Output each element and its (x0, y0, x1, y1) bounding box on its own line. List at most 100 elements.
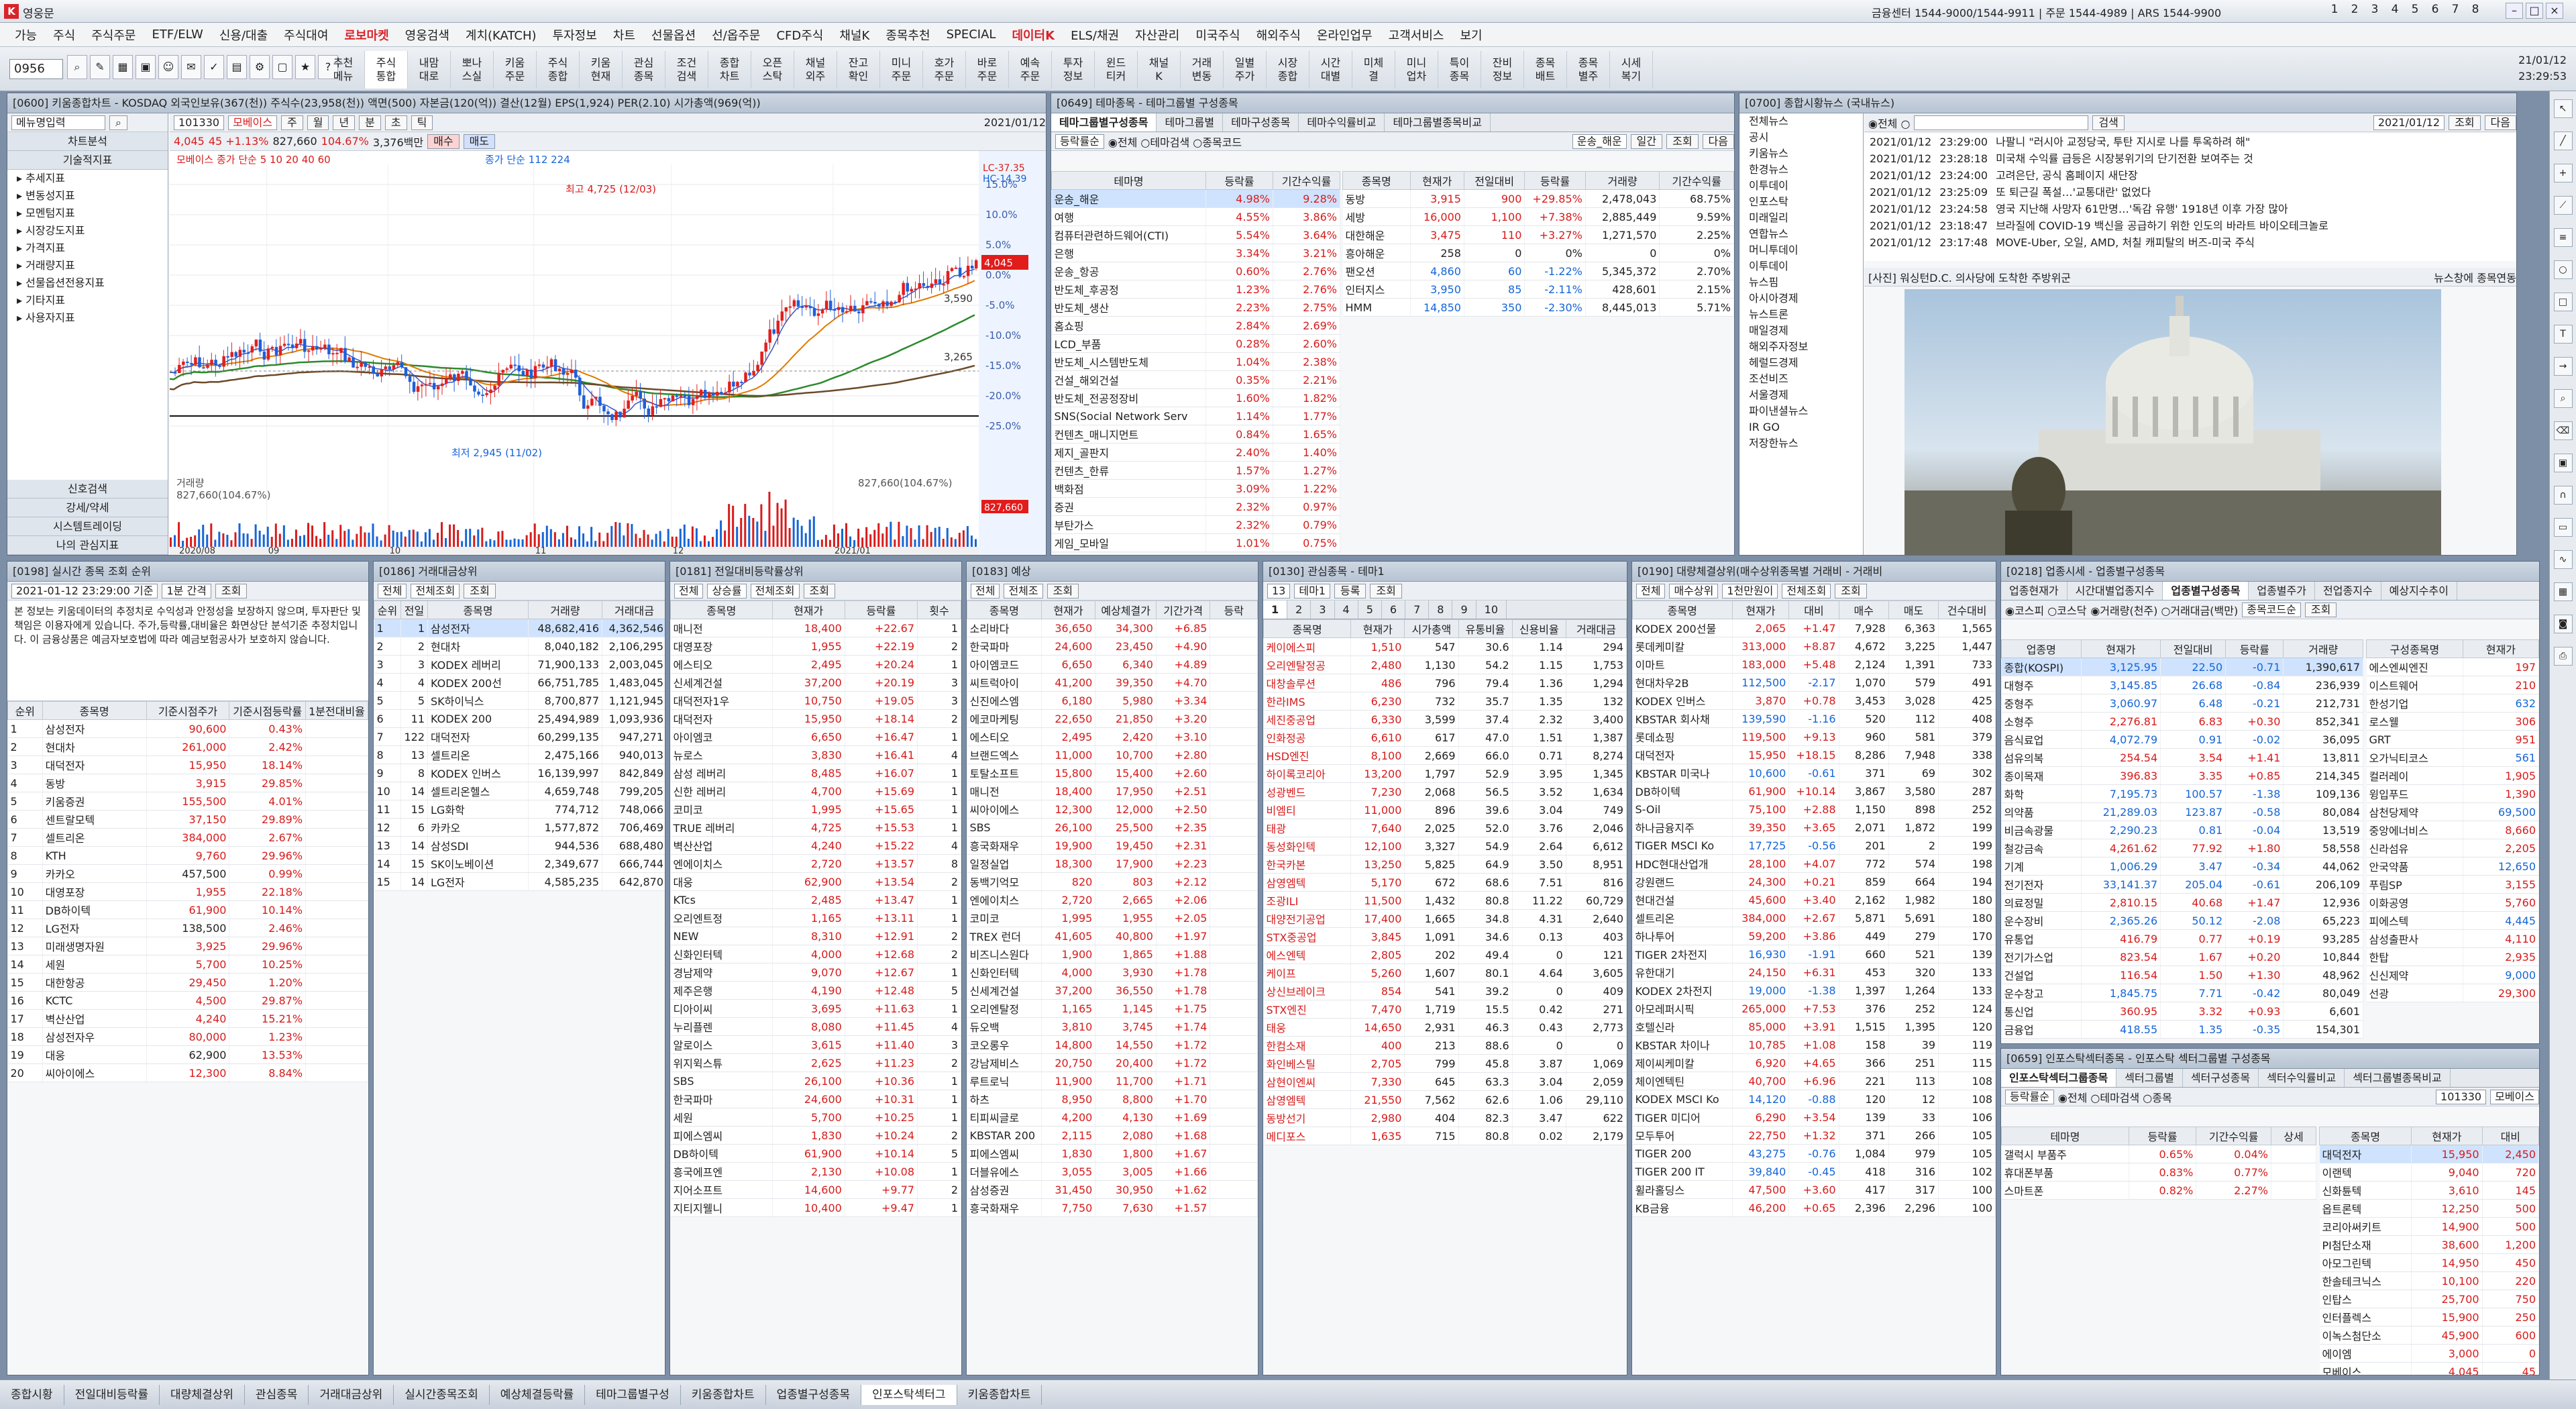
news-source-14[interactable]: 해외주자정보 (1739, 339, 1863, 355)
table-row[interactable]: TREX 런더 41,605 40,800 +1.97 (967, 927, 1258, 945)
taskbar-item-11[interactable]: 키움종합차트 (957, 1384, 1042, 1405)
indicator-item[interactable]: ▸ 모멘텀지표 (7, 205, 168, 222)
table-row[interactable]: 건설업 116.54 1.50 +1.30 48,962 (2001, 966, 2363, 984)
change-rate-table[interactable]: 종목명 현재가 등락률 횟수 매니전 18,400 +22.67 1 대영포장 1,955 +22.… (670, 601, 961, 1217)
indicator-item[interactable]: ▸ 기타지표 (7, 292, 168, 309)
column-header[interactable]: 테마명 (2001, 1127, 2129, 1145)
menu-button-3[interactable]: 나의 관심지표 (7, 536, 168, 555)
table-row[interactable]: 화인베스틸 2,705 799 45.8 3.87 1,069 (1263, 1054, 1627, 1073)
column-header[interactable]: 기준시점등락률 (229, 701, 307, 720)
table-row[interactable]: 삼현이엔씨 7,330 645 63.3 3.04 2,059 (1263, 1072, 1627, 1091)
shortcut-button-8[interactable]: 조건 검색 (665, 51, 708, 89)
check-icon[interactable]: ✓ (204, 55, 224, 79)
news-item[interactable]: 2021/01/12 23:24:58 영국 지난해 사망자 61만명…'독감 유행… (1864, 201, 2516, 217)
menu-item-2[interactable]: 주식주문 (83, 26, 144, 44)
table-row[interactable]: 에스엔텍 2,805 202 49.4 0 121 (1263, 945, 1627, 964)
menu-item-7[interactable]: 영웅검색 (397, 26, 458, 44)
table-row[interactable]: 이랜텍 9,040 720 (2319, 1163, 2539, 1182)
realtime-rank-table[interactable]: 순위 종목명 기준시점주가 기준시점등락률 1분전대비율 1 삼성전자 90,600 0.43%… (7, 701, 368, 1082)
tech-indicator-header[interactable]: 기술적지표 (7, 151, 168, 170)
tab-4[interactable]: 테마그룹별종목비교 (1385, 113, 1491, 132)
table-row[interactable]: 16 KCTC 4,500 29.87% (7, 991, 368, 1010)
table-row[interactable]: 화학 7,195.73 100.57 -1.38 109,136 (2001, 784, 2363, 803)
table-row[interactable]: 신세계건설 37,200 +20.19 3 (670, 673, 961, 692)
table-row[interactable]: 신화인터텍 4,000 +12.68 2 (670, 945, 961, 963)
menu-item-10[interactable]: 차트 (605, 26, 643, 44)
menu-item-6[interactable]: 로보마켓 (336, 26, 396, 44)
table-row[interactable]: 선광 29,300 (2366, 984, 2539, 1002)
table-row[interactable]: 인화정공 6,610 617 47.0 1.51 1,387 (1263, 728, 1627, 747)
tab-7[interactable]: 8 (1429, 601, 1453, 619)
table-row[interactable]: 삼영엠텍 5,170 672 68.6 7.51 816 (1263, 873, 1627, 892)
column-header[interactable]: 대비 (1788, 601, 1839, 619)
pencil-icon[interactable]: ✎ (90, 55, 110, 79)
table-row[interactable]: 5 5 SK하이닉스 8,700,877 1,121,945 (374, 691, 665, 710)
menu-item-16[interactable]: SPECIAL (938, 28, 1004, 42)
table-row[interactable]: 3 대덕전자 15,950 18.14% (7, 755, 368, 774)
menu-item-14[interactable]: 채널K (831, 26, 877, 44)
table-row[interactable]: 신진에스엠 6,180 5,980 +3.34 (967, 691, 1258, 710)
column-header[interactable]: 등락률 (2128, 1127, 2197, 1145)
column-header[interactable]: 매도 (1888, 601, 1939, 619)
indicator-item[interactable]: ▸ 거래량지표 (7, 257, 168, 274)
table-row[interactable]: 9 카카오 457,500 0.99% (7, 864, 368, 883)
shortcut-button-18[interactable]: 윈드 티커 (1095, 51, 1138, 89)
user-icon[interactable]: ☺ (158, 55, 178, 79)
table-row[interactable]: 반도체_생산 2.23% 2.75% (1051, 298, 1340, 317)
table-row[interactable]: KTcs 2,485 +13.47 1 (670, 890, 961, 909)
table-row[interactable]: 여행 4.55% 3.86% (1051, 207, 1340, 226)
table-row[interactable]: 태광 7,640 2,025 52.0 3.76 2,046 (1263, 819, 1627, 837)
table-row[interactable]: 한탑 2,935 (2366, 947, 2539, 966)
table-row[interactable]: 14 세원 5,700 10.25% (7, 955, 368, 974)
table-row[interactable]: 코미코 1,995 +15.65 1 (670, 800, 961, 819)
column-header[interactable]: 전일 (400, 601, 428, 619)
tab-9[interactable]: 10 (1477, 601, 1507, 619)
tab-6[interactable]: 7 (1405, 601, 1430, 619)
news-source-0[interactable]: 전체뉴스 (1739, 113, 1863, 129)
column-header[interactable]: 대비 (2481, 1127, 2539, 1145)
infostock-tabs[interactable]: 인포스탁섹터그룹종목 섹터그룹별 섹터구성종목 섹터수익률비교 섹터그룹별종목비교 (2001, 1069, 2539, 1088)
table-row[interactable]: 대영포장 1,955 +22.19 2 (670, 637, 961, 656)
shortcut-button-26[interactable]: 특이 종목 (1438, 51, 1481, 89)
table-row[interactable]: 중형주 3,060.97 6.48 -0.21 212,731 (2001, 694, 2363, 713)
table-row[interactable]: 씨아이에스 12,300 12,000 +2.50 (967, 800, 1258, 819)
mail-icon[interactable]: ✉ (181, 55, 201, 79)
table-row[interactable]: 아모레퍼시픽 265,000 +7.53 376 252 124 (1632, 999, 1996, 1018)
table-row[interactable]: 오리엔탈정공 2,480 1,130 54.2 1.15 1,753 (1263, 656, 1627, 674)
shortcut-button-7[interactable]: 관심 종목 (623, 51, 665, 89)
table-row[interactable]: 매니전 18,400 17,950 +2.51 (967, 782, 1258, 800)
news-source-20[interactable]: 저장한뉴스 (1739, 435, 1863, 452)
table-row[interactable]: 삼천당제약 69,500 (2366, 802, 2539, 821)
column-header[interactable]: 등락률 (2225, 639, 2284, 658)
table-row[interactable]: 피에스엠씨 1,830 +10.24 2 (670, 1126, 961, 1145)
menu-item-4[interactable]: 신용/대출 (211, 26, 276, 44)
column-header[interactable]: 테마명 (1051, 171, 1206, 190)
column-header[interactable]: 현재가 (1731, 601, 1790, 619)
table-row[interactable]: TIGER 200 43,275 -0.76 1,084 979 105 (1632, 1144, 1996, 1163)
table-row[interactable]: 게임_모바일 1.01% 0.75% (1051, 533, 1340, 552)
news-source-6[interactable]: 미래일리 (1739, 210, 1863, 226)
table-row[interactable]: 인터플렉스 15,900 250 (2319, 1308, 2539, 1326)
column-header[interactable]: 거래대금 (1565, 619, 1627, 638)
table-row[interactable]: 코리아써키트 14,900 500 (2319, 1217, 2539, 1236)
table-row[interactable]: 하이록코리아 13,200 1,797 52.9 3.95 1,345 (1263, 764, 1627, 783)
column-header[interactable]: 종목명 (1342, 171, 1411, 190)
table-row[interactable]: 유통업 416.79 0.77 +0.19 93,285 (2001, 929, 2363, 948)
table-row[interactable]: 강원랜드 24,300 +0.21 859 664 194 (1632, 872, 1996, 891)
column-header[interactable]: 횟수 (917, 601, 961, 619)
table-row[interactable]: 6 센트랄모텍 37,150 29.89% (7, 810, 368, 829)
indicator-item[interactable]: ▸ 선물옵션전용지표 (7, 274, 168, 292)
table-row[interactable]: 신한 레버리 4,700 +15.69 1 (670, 782, 961, 800)
table-row[interactable]: 한국카본 13,250 5,825 64.9 3.50 8,951 (1263, 855, 1627, 874)
tab-2[interactable]: 업종별구성종목 (2163, 582, 2249, 600)
column-header[interactable]: 현재가 (2411, 1127, 2483, 1145)
table-row[interactable]: 20 씨아이에스 12,300 8.84% (7, 1063, 368, 1082)
menu-item-23[interactable]: 고객서비스 (1381, 26, 1452, 44)
indicator-tree[interactable]: ▸ 추세지표 ▸ 변동성지표 ▸ 모멘텀지표 ▸ 시장강도지표 ▸ 가격지표 ▸ 거래량지… (7, 170, 168, 327)
table-row[interactable]: 동방선기 2,980 404 82.3 3.47 622 (1263, 1108, 1627, 1127)
column-header[interactable]: 현재가 (2080, 639, 2161, 658)
table-row[interactable]: 셀트리온 384,000 +2.67 5,871 5,691 180 (1632, 908, 1996, 927)
column-header[interactable]: 현재가 (1409, 171, 1464, 190)
table-row[interactable]: 지어소프트 14,600 +9.77 2 (670, 1180, 961, 1199)
shortcut-button-20[interactable]: 거래 변동 (1181, 51, 1224, 89)
